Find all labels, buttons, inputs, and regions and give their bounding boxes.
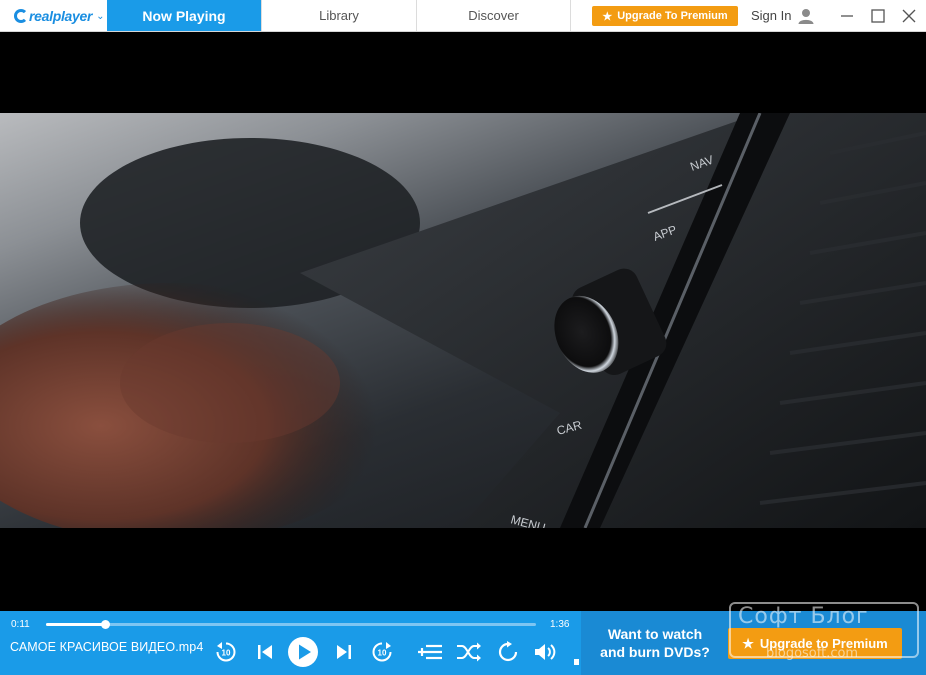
seek-handle[interactable] — [100, 620, 110, 629]
repeat-button[interactable] — [497, 639, 519, 665]
realplayer-logo-menu[interactable]: realplayer ⌄ — [14, 6, 105, 26]
upgrade-premium-label: Upgrade To Premium — [617, 10, 728, 22]
rewind-10-label: 10 — [222, 649, 231, 658]
skip-next-icon — [337, 645, 351, 659]
skip-previous-icon — [258, 645, 272, 659]
video-area[interactable]: NAV APP CAR MENU — [0, 32, 926, 611]
tab-library[interactable]: Library — [261, 0, 416, 31]
watermark-title: Софт Блог — [738, 604, 869, 629]
current-time: 0:11 — [11, 619, 30, 630]
volume-icon — [535, 644, 556, 660]
forward-10-button[interactable]: 10 — [370, 639, 394, 665]
volume-button[interactable] — [533, 639, 557, 665]
rewind-10-button[interactable]: 10 — [214, 639, 238, 665]
play-button[interactable] — [287, 636, 319, 668]
seek-bar[interactable] — [46, 620, 536, 629]
star-icon: ★ — [602, 10, 613, 23]
chevron-down-icon: ⌄ — [96, 10, 105, 22]
next-button[interactable] — [333, 639, 355, 665]
shuffle-icon — [457, 642, 481, 662]
total-time: 1:36 — [550, 619, 570, 630]
video-scene: NAV APP CAR MENU — [0, 113, 926, 528]
star-icon: ★ — [742, 635, 754, 651]
more-icon — [574, 659, 579, 665]
realplayer-logo-icon — [14, 9, 28, 23]
previous-button[interactable] — [254, 639, 276, 665]
logo-text: realplayer — [29, 8, 93, 24]
shuffle-button[interactable] — [456, 639, 482, 665]
sign-in-link[interactable]: Sign In — [751, 8, 791, 23]
repeat-icon — [498, 641, 518, 662]
close-icon[interactable] — [898, 5, 920, 27]
player-controls: 0:11 1:36 САМОЕ КРАСИВОЕ ВИДЕО.mp4 10 10 — [0, 611, 581, 675]
more-controls-button[interactable] — [574, 652, 580, 666]
now-playing-filename: САМОЕ КРАСИВОЕ ВИДЕО.mp4 — [10, 640, 204, 654]
tab-discover[interactable]: Discover — [416, 0, 571, 31]
forward-10-label: 10 — [378, 649, 387, 658]
watermark-subtitle: blogosoft.com — [766, 646, 859, 661]
forward-10-icon: 10 — [372, 642, 392, 662]
video-frame: NAV APP CAR MENU — [0, 113, 926, 528]
promo-text: Want to watch and burn DVDs? — [600, 626, 710, 660]
minimize-icon[interactable] — [836, 5, 858, 27]
play-icon — [288, 637, 318, 667]
playlist-icon — [418, 644, 442, 660]
title-bar: realplayer ⌄ Now Playing Library Discove… — [0, 0, 926, 32]
seek-progress — [46, 623, 105, 626]
tab-now-playing[interactable]: Now Playing — [107, 0, 261, 31]
upgrade-premium-button[interactable]: ★ Upgrade To Premium — [592, 6, 738, 26]
user-icon[interactable] — [797, 7, 815, 25]
rewind-10-icon: 10 — [216, 642, 236, 662]
maximize-icon[interactable] — [867, 5, 889, 27]
playlist-button[interactable] — [417, 639, 443, 665]
